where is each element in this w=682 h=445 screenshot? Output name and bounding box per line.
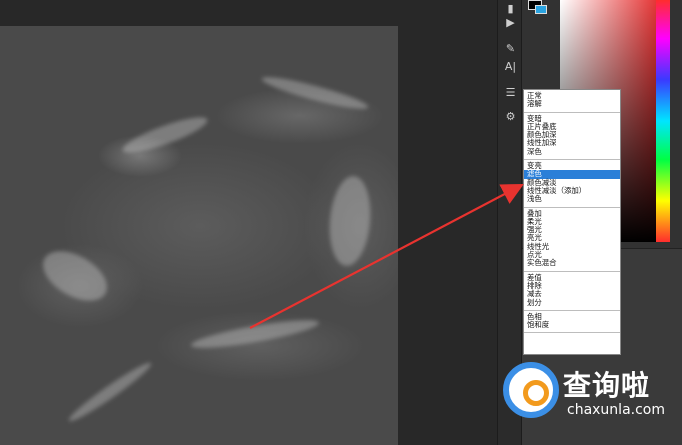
blend-group: 正常 溶解: [524, 90, 620, 113]
play-icon[interactable]: ▶: [502, 14, 519, 31]
document-workspace: [0, 0, 497, 445]
hue-slider[interactable]: [656, 0, 670, 242]
background-color-swatch[interactable]: [535, 5, 547, 14]
settings-icon[interactable]: ⚙: [502, 108, 519, 125]
blend-group: 色相 饱和度: [524, 311, 620, 334]
chalkboard-canvas[interactable]: [0, 26, 398, 445]
blend-mode-item[interactable]: 实色混合: [524, 259, 620, 268]
blend-mode-item[interactable]: 浅色: [524, 194, 620, 203]
blend-group: 叠加 柔光 强光 亮光 线性光 点光 实色混合: [524, 208, 620, 272]
blend-group: 变亮 滤色 颜色减淡 线性减淡（添加） 浅色: [524, 160, 620, 208]
type-icon[interactable]: A|: [502, 58, 519, 75]
search-logo-icon: [503, 362, 559, 418]
blend-mode-item[interactable]: 溶解: [524, 99, 620, 108]
blend-mode-item[interactable]: 饱和度: [524, 320, 620, 329]
adjust-icon[interactable]: ☰: [502, 84, 519, 101]
brush-icon[interactable]: ✎: [502, 40, 519, 57]
blend-mode-item[interactable]: 划分: [524, 298, 620, 307]
blend-mode-item[interactable]: 深色: [524, 147, 620, 156]
watermark-url: chaxunla.com: [567, 402, 665, 418]
blend-mode-dropdown[interactable]: 正常 溶解 变暗 正片叠底 颜色加深 线性加深 深色 变亮 滤色 颜色减淡 线性减淡（添加） 浅色 叠加…: [523, 89, 621, 355]
blend-group: 变暗 正片叠底 颜色加深 线性加深 深色: [524, 113, 620, 161]
site-watermark: 查询啦 chaxunla.com: [497, 358, 682, 428]
blend-group: 差值 排除 减去 划分: [524, 272, 620, 311]
watermark-title: 查询啦: [563, 369, 651, 402]
